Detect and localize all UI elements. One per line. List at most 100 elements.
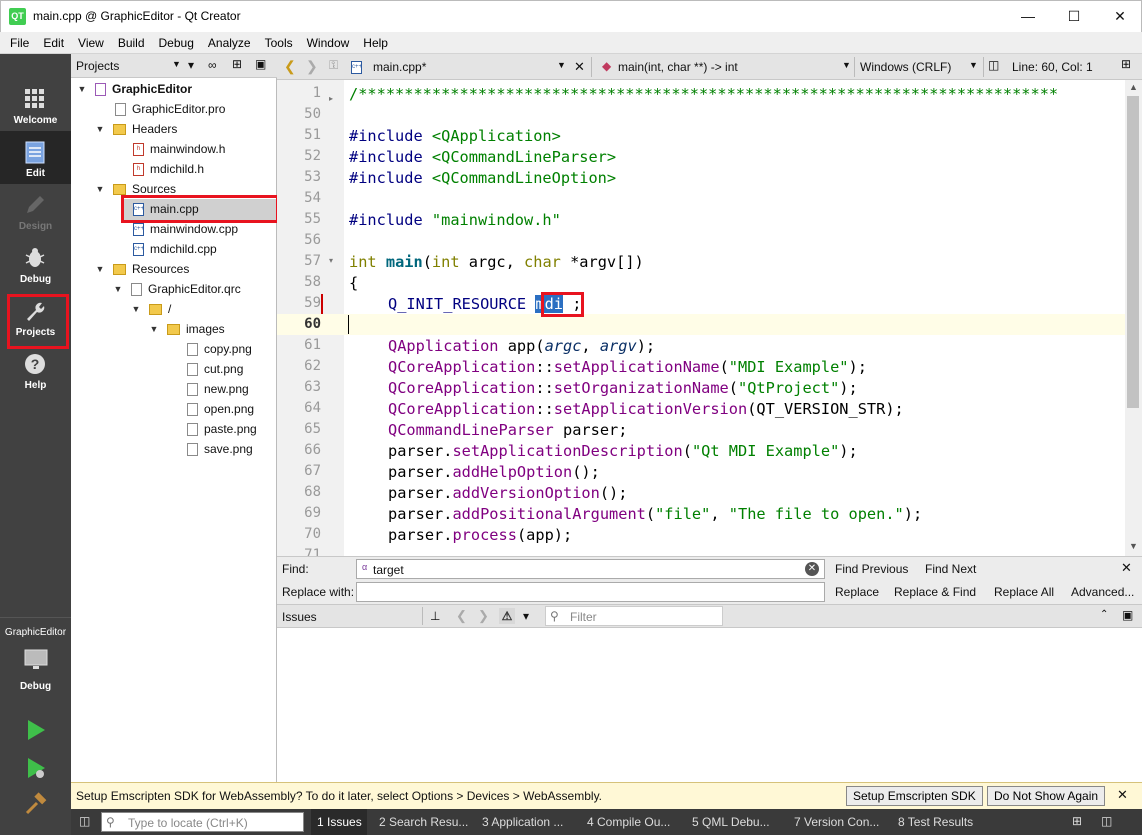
tree-item[interactable]: h mdichild.h xyxy=(133,159,204,179)
scroll-down-icon[interactable]: ▼ xyxy=(1129,541,1138,551)
symbol-dropdown-icon[interactable]: ▼ xyxy=(842,60,851,70)
tree-item[interactable]: save.png xyxy=(187,439,253,459)
scroll-up-icon[interactable]: ▲ xyxy=(1129,82,1138,92)
menu-build[interactable]: Build xyxy=(111,32,152,54)
close-icon[interactable]: ✕ xyxy=(1097,1,1142,33)
build-settings-icon[interactable]: ⊥ xyxy=(430,609,440,623)
mode-help[interactable]: ? Help xyxy=(0,343,71,396)
next-issue-icon[interactable]: ❯ xyxy=(478,608,489,624)
line-endings-dropdown-icon[interactable]: ▼ xyxy=(969,60,978,70)
close-file-icon[interactable]: ✕ xyxy=(574,59,585,75)
symbol-selector[interactable]: main(int, char **) -> int xyxy=(618,60,738,74)
file-tab[interactable]: main.cpp* xyxy=(373,60,426,74)
vertical-scrollbar[interactable]: ▲ ▼ xyxy=(1125,80,1142,556)
tree-item[interactable]: ▼ GraphicEditor xyxy=(77,79,192,99)
output-tab-compile[interactable]: 4 Compile Ou... xyxy=(581,809,670,835)
dropdown-icon[interactable]: ▼ xyxy=(172,59,181,69)
split-editor-icon[interactable]: ◫ xyxy=(988,58,999,72)
mode-design[interactable]: Design xyxy=(0,184,71,237)
minimize-icon[interactable]: — xyxy=(1005,1,1051,33)
replace-all-button[interactable]: Replace All xyxy=(994,585,1054,599)
menu-debug[interactable]: Debug xyxy=(152,32,201,54)
split-editor-close-icon[interactable]: ⊞ xyxy=(1121,57,1131,71)
regex-icon[interactable]: α xyxy=(362,562,367,572)
line-number: 58 xyxy=(304,274,321,290)
filter-icon[interactable]: ▾ xyxy=(188,58,194,72)
tree-item[interactable]: h mainwindow.h xyxy=(133,139,225,159)
locator-input[interactable]: ⚲ Type to locate (Ctrl+K) xyxy=(101,812,304,832)
find-input[interactable]: α target ✕ xyxy=(356,559,825,579)
back-icon[interactable]: ❮ xyxy=(284,58,296,75)
menu-help[interactable]: Help xyxy=(356,32,395,54)
maximize-icon[interactable]: ☐ xyxy=(1051,1,1097,33)
filter-icon[interactable]: ▾ xyxy=(523,609,529,623)
tree-item[interactable]: ▼ images xyxy=(149,319,225,339)
prev-issue-icon[interactable]: ❮ xyxy=(456,608,467,624)
menu-analyze[interactable]: Analyze xyxy=(201,32,258,54)
tree-item[interactable]: c++ mdichild.cpp xyxy=(133,239,217,259)
close-panel-icon[interactable]: ▣ xyxy=(255,57,266,71)
close-find-icon[interactable]: ✕ xyxy=(1121,560,1132,576)
tree-item[interactable]: cut.png xyxy=(187,359,243,379)
tree-item[interactable]: open.png xyxy=(187,399,254,419)
warning-filter-icon[interactable]: ⚠ xyxy=(499,608,515,624)
output-tab-qml[interactable]: 5 QML Debu... xyxy=(686,809,770,835)
code-line: #include <QCommandLineOption> xyxy=(349,169,617,187)
tree-item[interactable]: ▼ GraphicEditor.qrc xyxy=(113,279,241,299)
maximize-pane-icon[interactable]: ⌃ xyxy=(1100,609,1108,620)
tree-item[interactable]: ▼ Headers xyxy=(95,119,178,139)
find-next-button[interactable]: Find Next xyxy=(925,562,976,576)
tree-item[interactable]: ▼ Resources xyxy=(95,259,190,279)
mode-edit[interactable]: Edit xyxy=(0,131,71,184)
mode-welcome[interactable]: Welcome xyxy=(0,78,71,131)
cursor-position[interactable]: Line: 60, Col: 1 xyxy=(1012,60,1093,74)
toggle-right-sidebar-icon[interactable]: ◫ xyxy=(1101,814,1112,828)
output-tab-search[interactable]: 2 Search Resu... xyxy=(373,809,468,835)
output-tab-issues[interactable]: 1 Issues xyxy=(311,809,367,835)
output-tab-version[interactable]: 7 Version Con... xyxy=(788,809,879,835)
setup-emscripten-button[interactable]: Setup Emscripten SDK xyxy=(846,786,983,806)
line-number: 50 xyxy=(304,106,321,122)
menu-file[interactable]: File xyxy=(3,32,36,54)
tree-item[interactable]: c++ mainwindow.cpp xyxy=(133,219,238,239)
tree-item[interactable]: GraphicEditor.pro xyxy=(115,99,225,119)
debug-run-button[interactable] xyxy=(26,757,48,784)
toggle-sidebar-icon[interactable]: ◫ xyxy=(79,814,90,828)
issues-list[interactable] xyxy=(277,628,1142,782)
tree-item[interactable]: ▼ / xyxy=(131,299,172,319)
kit-selector[interactable] xyxy=(24,648,48,675)
folder-icon xyxy=(149,304,162,316)
menu-window[interactable]: Window xyxy=(300,32,357,54)
menu-tools[interactable]: Tools xyxy=(258,32,300,54)
scroll-thumb[interactable] xyxy=(1127,96,1139,408)
find-previous-button[interactable]: Find Previous xyxy=(835,562,908,576)
file-dropdown-icon[interactable]: ▼ xyxy=(557,60,566,70)
fold-icon[interactable]: ▸ xyxy=(329,94,333,103)
menu-view[interactable]: View xyxy=(71,32,111,54)
output-tab-application[interactable]: 3 Application ... xyxy=(476,809,563,835)
mode-debug[interactable]: Debug xyxy=(0,237,71,290)
forward-icon[interactable]: ❯ xyxy=(306,58,318,75)
project-icon xyxy=(95,83,106,97)
build-button[interactable] xyxy=(24,792,48,819)
advanced-button[interactable]: Advanced... xyxy=(1071,585,1134,599)
output-tabs-menu-icon[interactable]: ⊞ xyxy=(1072,814,1082,828)
tree-item[interactable]: new.png xyxy=(187,379,249,399)
issues-filter-input[interactable]: ⚲ Filter xyxy=(545,606,723,626)
clear-icon[interactable]: ✕ xyxy=(805,562,819,576)
tree-item[interactable]: paste.png xyxy=(187,419,257,439)
close-info-icon[interactable]: ✕ xyxy=(1117,787,1128,803)
line-endings[interactable]: Windows (CRLF) xyxy=(860,60,951,74)
close-pane-icon[interactable]: ▣ xyxy=(1122,608,1133,622)
fold-icon[interactable]: ▾ xyxy=(329,256,333,265)
replace-input[interactable] xyxy=(356,582,825,602)
replace-button[interactable]: Replace xyxy=(835,585,879,599)
replace-find-button[interactable]: Replace & Find xyxy=(894,585,976,599)
link-icon[interactable]: ∞ xyxy=(208,58,217,72)
dont-show-again-button[interactable]: Do Not Show Again xyxy=(987,786,1106,806)
menu-edit[interactable]: Edit xyxy=(36,32,71,54)
split-icon[interactable]: ⊞ xyxy=(232,57,242,71)
output-tab-tests[interactable]: 8 Test Results xyxy=(892,809,973,835)
run-button[interactable] xyxy=(26,719,46,744)
tree-item[interactable]: copy.png xyxy=(187,339,252,359)
